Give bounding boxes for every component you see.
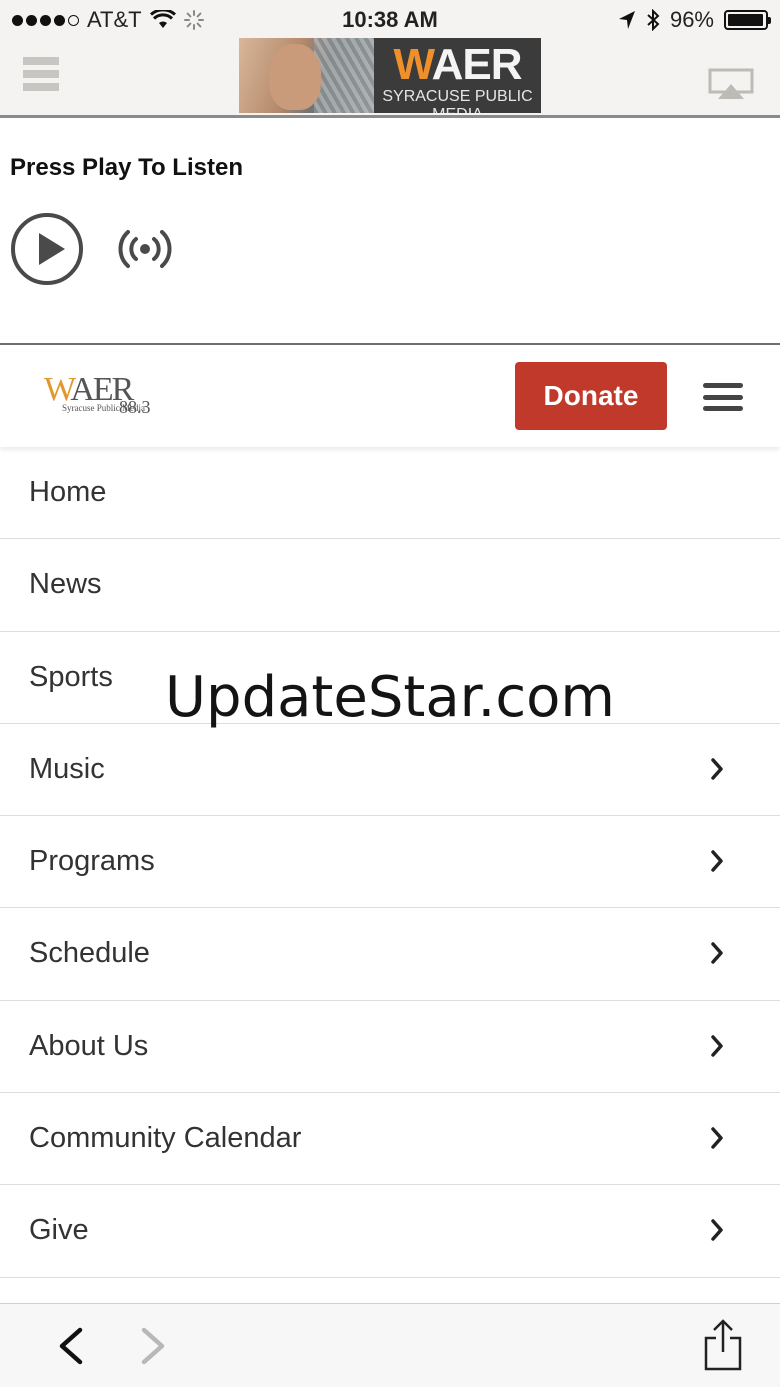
menu-item[interactable]: Music [0, 724, 780, 817]
menu-item[interactable]: Home [0, 447, 780, 540]
menu-item-label: Community Calendar [29, 1122, 302, 1155]
menu-item[interactable]: Schedule [0, 908, 780, 1001]
app-menu-hamburger-icon[interactable] [23, 57, 59, 91]
menu-item[interactable]: News [0, 539, 780, 632]
chevron-right-icon[interactable] [710, 1035, 724, 1057]
audio-player: Press Play To Listen [0, 121, 780, 345]
menu-item-label: Schedule [29, 937, 150, 970]
back-arrow-icon[interactable] [54, 1326, 88, 1366]
chevron-right-icon[interactable] [710, 942, 724, 965]
menu-item-label: Home [29, 476, 107, 508]
banner-brand: WAER SYRACUSE PUBLIC MEDIA [374, 38, 541, 114]
site-logo[interactable]: WAER Syracuse Public Media 88.3 [44, 373, 154, 418]
logo-frequency: 88.3 [119, 397, 151, 417]
site-menu-hamburger-icon[interactable] [703, 383, 743, 411]
nav-menu: Home News Sports Music Programs Schedule About… [0, 447, 780, 1305]
chevron-right-icon[interactable] [710, 758, 724, 780]
menu-item-label: Music [29, 752, 105, 785]
status-bar: AT&T 10:38 AM 96% [0, 0, 780, 38]
site-header: WAER Syracuse Public Media 88.3 Donate [0, 345, 780, 447]
bluetooth-icon [647, 9, 660, 31]
browser-toolbar [0, 1303, 780, 1387]
app-header: WAER SYRACUSE PUBLIC MEDIA [0, 38, 780, 118]
status-right: 96% [618, 7, 771, 33]
donate-button[interactable]: Donate [515, 362, 667, 430]
menu-item[interactable]: Community Calendar [0, 1093, 780, 1186]
chevron-right-icon[interactable] [710, 1127, 724, 1149]
menu-item[interactable]: About Us [0, 1001, 780, 1094]
menu-item[interactable]: Sports [0, 632, 780, 724]
player-prompt: Press Play To Listen [10, 154, 243, 181]
banner-title: WAER [393, 40, 522, 89]
broadcast-icon[interactable] [118, 229, 172, 269]
location-arrow-icon [618, 11, 635, 29]
chevron-right-icon[interactable] [710, 850, 724, 872]
menu-item-label: Give [29, 1214, 89, 1247]
forward-arrow-icon[interactable] [136, 1326, 170, 1366]
menu-item-label: Programs [29, 845, 155, 878]
share-icon[interactable] [702, 1318, 744, 1372]
airplay-icon[interactable] [708, 68, 754, 100]
battery-icon [724, 10, 771, 30]
battery-percent: 96% [669, 7, 714, 32]
banner-photo [239, 38, 374, 113]
menu-item[interactable]: Programs [0, 816, 780, 909]
station-banner: WAER SYRACUSE PUBLIC MEDIA [239, 38, 541, 113]
menu-item-label: Sports [29, 660, 113, 693]
banner-subtitle: SYRACUSE PUBLIC MEDIA [382, 88, 533, 113]
menu-item-label: About Us [29, 1029, 149, 1062]
chevron-right-icon[interactable] [710, 1219, 724, 1242]
menu-item-label: News [29, 568, 102, 601]
play-icon[interactable] [11, 213, 83, 285]
menu-item[interactable]: Give [0, 1185, 780, 1278]
